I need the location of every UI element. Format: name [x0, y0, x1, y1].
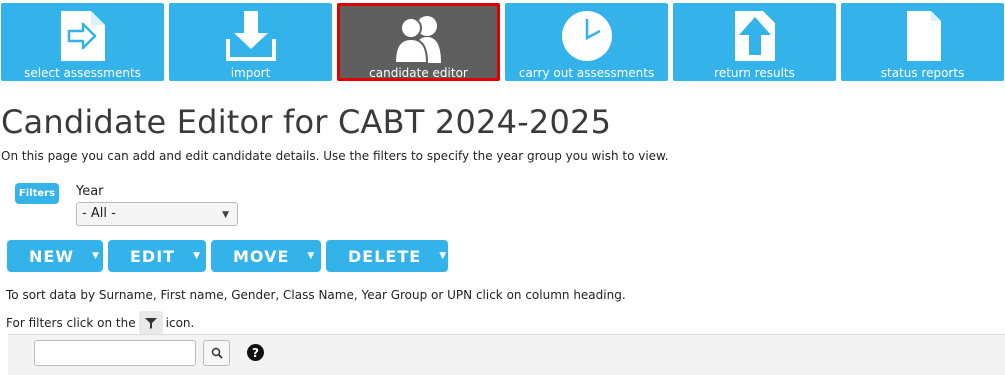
delete-button-label: DELETE: [348, 246, 422, 266]
tile-label: select assessments: [24, 66, 141, 80]
chevron-down-icon: ▼: [193, 251, 201, 261]
table-toolbar: ?: [8, 334, 1005, 375]
help-icon[interactable]: ?: [247, 344, 264, 361]
new-button[interactable]: NEW ▼: [7, 240, 103, 272]
chevron-down-icon: ▼: [439, 251, 448, 261]
document-icon: [893, 9, 953, 63]
upload-icon: [725, 9, 785, 63]
page-title: Candidate Editor for CABT 2024-2025: [1, 103, 612, 141]
delete-button[interactable]: DELETE ▼: [326, 240, 448, 272]
tile-return-results[interactable]: return results: [673, 3, 837, 81]
tile-select-assessments[interactable]: select assessments: [1, 3, 164, 81]
tile-label: return results: [714, 66, 795, 80]
search-icon: [211, 347, 223, 359]
move-button-label: MOVE: [233, 246, 290, 266]
tile-carry-out-assessments[interactable]: carry out assessments: [505, 3, 669, 81]
sort-instructions: To sort data by Surname, First name, Gen…: [6, 288, 626, 302]
tile-label: candidate editor: [369, 66, 468, 80]
chevron-down-icon: ▼: [307, 251, 316, 261]
clock-icon: [557, 9, 617, 63]
tile-status-reports[interactable]: status reports: [841, 3, 1005, 81]
year-filter-value: - All -: [82, 206, 116, 221]
filters-badge: Filters: [15, 183, 59, 204]
search-input[interactable]: [34, 340, 196, 366]
new-button-label: NEW: [29, 246, 74, 266]
filter-note-before: For filters click on the: [6, 316, 136, 330]
tile-label: status reports: [880, 66, 965, 80]
tile-label: import: [230, 66, 271, 80]
import-icon: [221, 9, 281, 63]
move-button[interactable]: MOVE ▼: [211, 240, 321, 272]
tile-import[interactable]: import: [169, 3, 332, 81]
candidates-icon: [389, 12, 449, 66]
action-buttons: NEW ▼ EDIT ▼ MOVE ▼ DELETE ▼: [7, 240, 448, 272]
chevron-down-icon: ▼: [91, 251, 100, 261]
tile-label: carry out assessments: [518, 66, 655, 80]
filter-instructions: For filters click on the icon.: [6, 311, 194, 335]
filter-note-after: icon.: [165, 316, 195, 330]
tile-candidate-editor[interactable]: candidate editor: [337, 3, 501, 81]
search-button[interactable]: [203, 340, 230, 366]
chevron-down-icon: ▼: [222, 210, 229, 220]
page-intro: On this page you can add and edit candid…: [1, 149, 669, 163]
edit-button[interactable]: EDIT ▼: [108, 240, 206, 272]
select-assessments-icon: [53, 9, 113, 63]
top-navigation: select assessments import candidate edit…: [1, 3, 1005, 81]
edit-button-label: EDIT: [130, 246, 176, 266]
funnel-icon: [138, 311, 163, 335]
year-filter-label: Year: [76, 184, 104, 199]
year-filter-select[interactable]: - All - ▼: [76, 202, 238, 226]
